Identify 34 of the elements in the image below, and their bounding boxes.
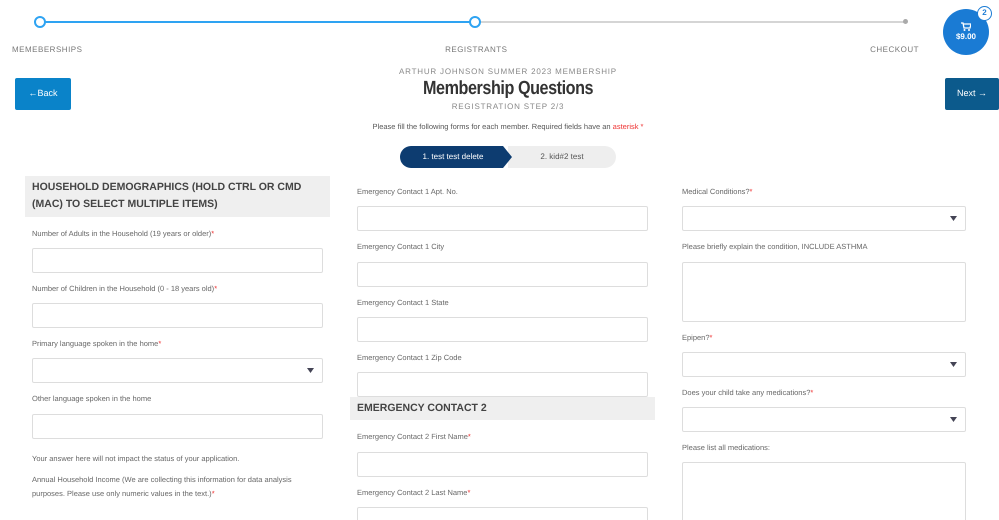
select-field[interactable] xyxy=(32,358,323,384)
caret-icon xyxy=(950,417,957,422)
cart-count-badge: 2 xyxy=(977,6,992,21)
text-area[interactable] xyxy=(682,262,966,322)
back-button[interactable]: ←Back xyxy=(15,78,71,110)
input-field[interactable] xyxy=(32,414,323,439)
section-heading: HOUSEHOLD DEMOGRAPHICS (HOLD CTRL OR CMD (MAC) TO SELECT MULTIPLE ITEMS) xyxy=(25,176,330,217)
caret-icon xyxy=(950,362,957,367)
next-button[interactable]: Next → xyxy=(944,78,999,110)
input-field[interactable] xyxy=(357,316,648,342)
input-field[interactable] xyxy=(357,452,648,477)
text-area[interactable] xyxy=(682,462,966,520)
input-field[interactable] xyxy=(357,262,648,287)
event-name: ARTHUR JOHNSON SUMMER 2023 MEMBERSHIP xyxy=(399,66,617,78)
caret-icon xyxy=(307,368,314,374)
input-field[interactable] xyxy=(357,206,648,232)
member-tab[interactable]: 1. test test delete xyxy=(400,146,512,168)
input-field[interactable] xyxy=(32,248,323,273)
caret-icon xyxy=(950,216,957,222)
cart-button[interactable]: $9.00 2 xyxy=(943,9,989,55)
step-label: MEMEBERSHIPS xyxy=(12,44,82,56)
page-title: Membership Questions xyxy=(422,78,594,101)
step-label: CHECKOUT xyxy=(870,44,919,56)
select-field[interactable] xyxy=(682,407,966,432)
input-field[interactable] xyxy=(357,372,648,398)
select-field[interactable] xyxy=(682,206,966,232)
select-field[interactable] xyxy=(682,352,966,377)
step-label: REGISTRANTS xyxy=(445,44,508,56)
cart-total: $9.00 xyxy=(956,30,976,42)
step-indicator: REGISTRATION STEP 2/3 xyxy=(452,100,564,113)
cart-icon xyxy=(961,22,971,30)
input-field[interactable] xyxy=(32,303,323,328)
member-tab[interactable]: 2. kid#2 test xyxy=(508,146,616,168)
section-heading: EMERGENCY CONTACT 2 xyxy=(350,397,655,420)
